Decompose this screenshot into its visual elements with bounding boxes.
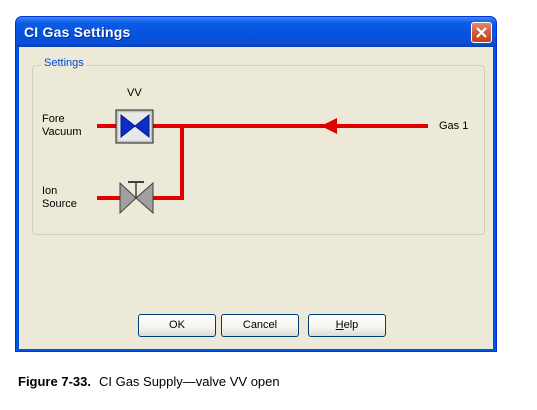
figure-number: Figure 7-33. (18, 374, 91, 389)
close-icon (476, 27, 487, 38)
figure-caption-text: CI Gas Supply—valve VV open (98, 374, 280, 389)
ion-source-label-line1: Ion (42, 185, 58, 197)
help-button[interactable]: Help (308, 314, 386, 337)
close-button[interactable] (471, 22, 492, 43)
valve-vv-label: VV (127, 87, 142, 99)
help-label-rest: elp (343, 319, 359, 331)
fore-vacuum-label-line2: Vacuum (42, 126, 82, 138)
cancel-button[interactable]: Cancel (221, 314, 299, 337)
help-mnemonic: H (335, 319, 344, 331)
gas-1-label: Gas 1 (439, 120, 469, 132)
title-bar[interactable]: CI Gas Settings (16, 17, 496, 47)
ci-gas-settings-dialog: CI Gas Settings Settings VV Fore Vacuum … (15, 16, 497, 352)
valve-vv[interactable] (115, 109, 154, 144)
ion-source-label-line2: Source (42, 198, 77, 210)
valve-ion-source[interactable] (119, 181, 154, 215)
dialog-client-area: Settings VV Fore Vacuum Ion Source Gas 1… (19, 47, 493, 349)
fore-vacuum-label-line1: Fore (42, 113, 65, 125)
flow-arrow-icon (321, 118, 337, 134)
ok-button[interactable]: OK (138, 314, 216, 337)
dialog-title: CI Gas Settings (24, 24, 131, 40)
valve-closed-icon (119, 181, 137, 215)
figure-caption: Figure 7-33. CI Gas Supply—valve VV open (18, 374, 280, 389)
gas-supply-diagram (97, 109, 428, 215)
